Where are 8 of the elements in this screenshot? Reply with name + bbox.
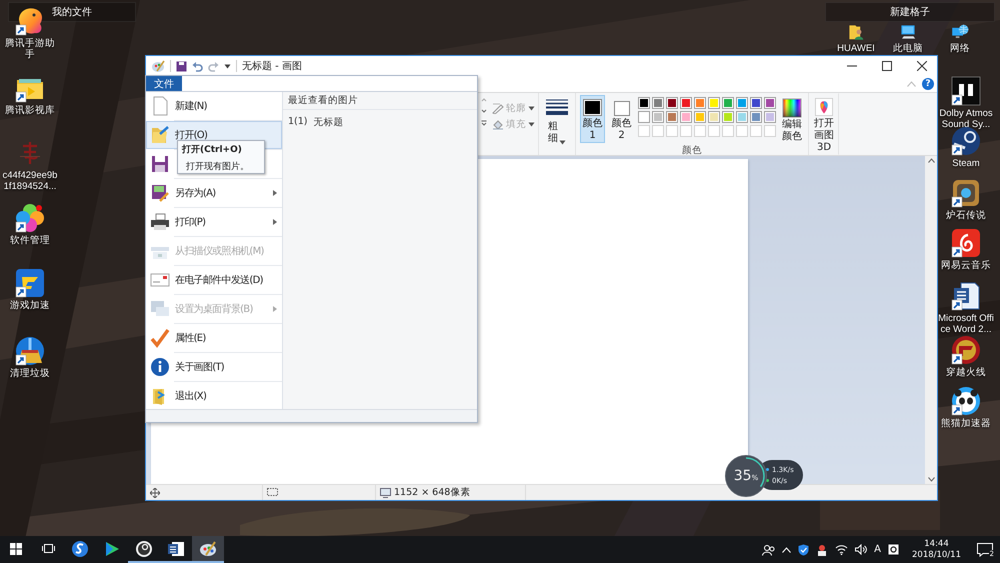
group-label: 颜色 bbox=[681, 144, 703, 158]
window-title: 无标题 - 画图 bbox=[242, 60, 302, 73]
image-size-text: 1152 × 648像素 bbox=[394, 486, 470, 499]
fence-title: 新建格子 bbox=[890, 6, 930, 19]
recent-pictures-heading: 最近查看的图片 bbox=[283, 92, 477, 110]
tooltip-text: 打开现有图片。 bbox=[185, 160, 250, 173]
usage-percent: 35 bbox=[734, 468, 752, 484]
fence-title: 我的文件 bbox=[52, 6, 92, 19]
